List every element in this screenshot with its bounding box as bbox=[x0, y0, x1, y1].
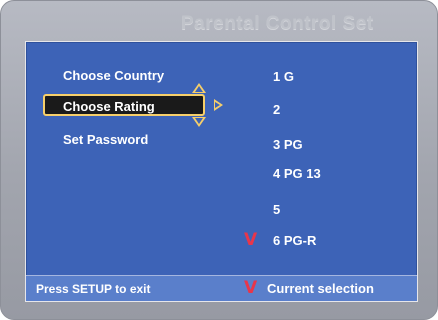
checkmark-icon: V bbox=[244, 230, 258, 250]
right-arrow-icon[interactable] bbox=[214, 99, 223, 111]
menu-item-set-password[interactable]: Set Password bbox=[63, 132, 148, 147]
rating-option-6[interactable]: 6 PG-R bbox=[273, 233, 316, 248]
rating-option-3[interactable]: 3 PG bbox=[273, 137, 303, 152]
rating-option-5[interactable]: 5 bbox=[273, 202, 280, 217]
menu-item-choose-rating[interactable]: Choose Rating bbox=[63, 99, 155, 114]
checkmark-icon: V bbox=[244, 278, 258, 298]
rating-option-2[interactable]: 2 bbox=[273, 102, 280, 117]
exit-hint: Press SETUP to exit bbox=[36, 282, 151, 296]
footer-bar: Press SETUP to exit V Current selection bbox=[26, 275, 417, 301]
osd-frame: Parental Control Set Choose Country Choo… bbox=[0, 0, 438, 320]
current-selection-legend: Current selection bbox=[267, 281, 374, 296]
up-arrow-icon[interactable] bbox=[192, 83, 206, 93]
rating-option-1[interactable]: 1 G bbox=[273, 69, 294, 84]
settings-panel: Choose Country Choose Rating Set Passwor… bbox=[25, 41, 418, 302]
rating-option-4[interactable]: 4 PG 13 bbox=[273, 166, 321, 181]
down-arrow-icon[interactable] bbox=[192, 117, 206, 127]
menu-item-choose-country[interactable]: Choose Country bbox=[63, 68, 164, 83]
screen-title: Parental Control Set bbox=[181, 13, 374, 34]
